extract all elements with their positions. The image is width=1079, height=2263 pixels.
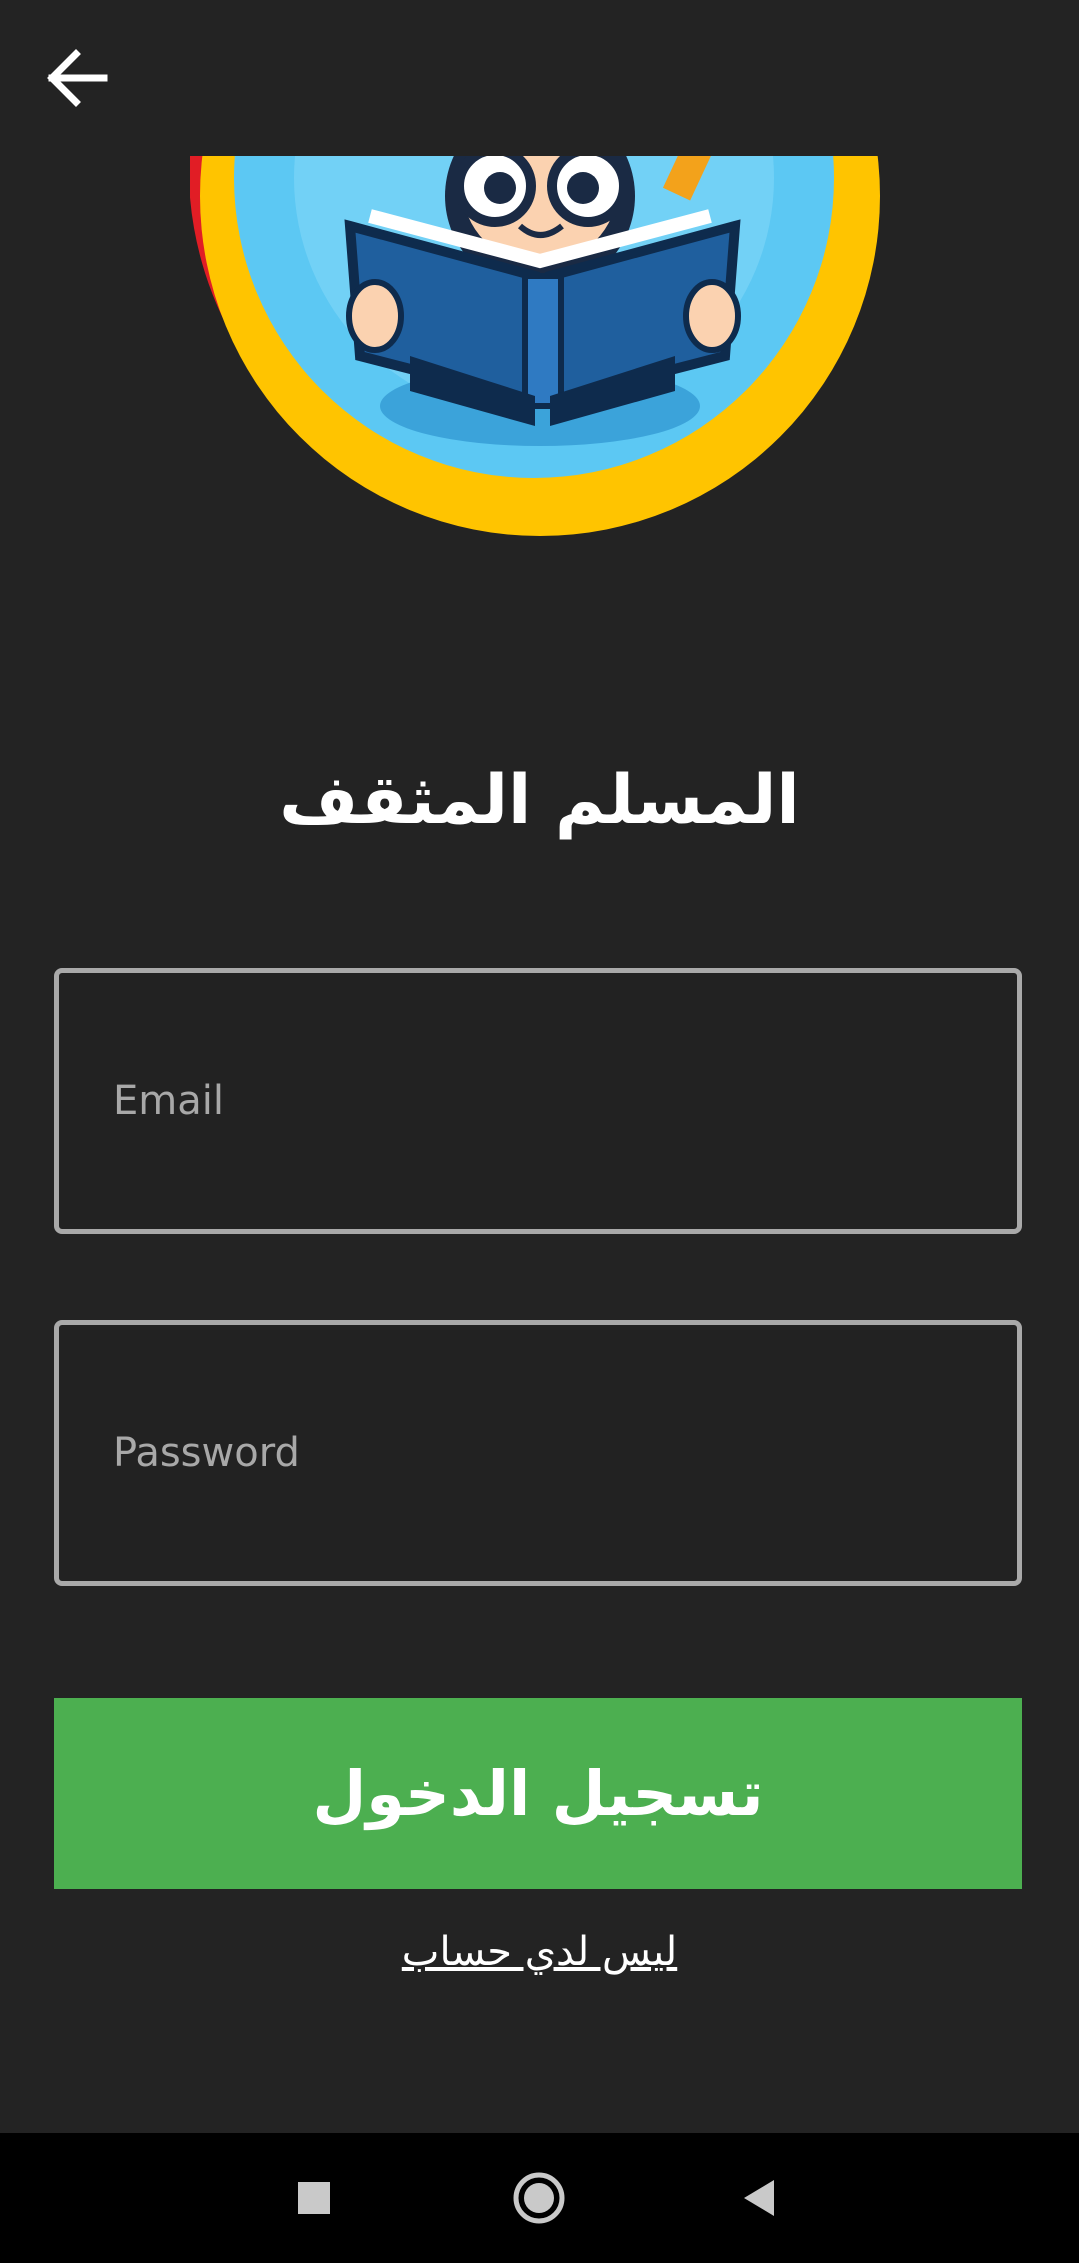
- password-input[interactable]: [59, 1325, 1017, 1581]
- signup-link[interactable]: ليس لدي حساب: [0, 1920, 1079, 1984]
- app-logo: [190, 156, 895, 536]
- password-field[interactable]: [54, 1320, 1022, 1586]
- login-button[interactable]: تسجيل الدخول: [54, 1698, 1022, 1889]
- nav-recents-button[interactable]: [254, 2133, 374, 2263]
- back-arrow-icon: [47, 49, 108, 107]
- nav-home-button[interactable]: [479, 2133, 599, 2263]
- square-icon: [298, 2182, 330, 2214]
- app-title: المسلم المثقف: [279, 761, 800, 840]
- email-field[interactable]: [54, 968, 1022, 1234]
- nav-back-button[interactable]: [700, 2133, 820, 2263]
- email-input[interactable]: [59, 973, 1017, 1229]
- triangle-back-icon: [744, 2180, 774, 2216]
- login-screen: المسلم المثقف تسجيل الدخول ليس لدي حساب: [0, 0, 1079, 2133]
- back-button[interactable]: [36, 38, 116, 118]
- system-nav-bar: [0, 2133, 1079, 2263]
- circle-icon: [513, 2172, 565, 2224]
